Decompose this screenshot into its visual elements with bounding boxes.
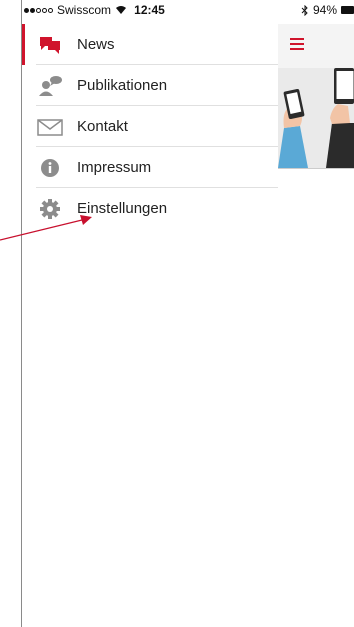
info-icon	[36, 156, 64, 180]
navigation-drawer: News Publikationen Kontakt Impressum Ein…	[22, 24, 278, 229]
menu-item-publikationen[interactable]: Publikationen	[22, 65, 278, 106]
bluetooth-icon	[301, 4, 308, 16]
menu-label-impressum: Impressum	[77, 159, 152, 176]
content-preview[interactable]	[278, 24, 354, 627]
menu-label-news: News	[77, 36, 115, 53]
battery-icon	[341, 6, 354, 14]
status-bar: Swisscom 12:45 94%	[22, 0, 354, 20]
menu-item-news[interactable]: News	[22, 24, 278, 65]
menu-item-kontakt[interactable]: Kontakt	[22, 106, 278, 147]
menu-item-impressum[interactable]: Impressum	[22, 147, 278, 188]
annotation-arrow	[0, 215, 92, 241]
people-chat-icon	[36, 74, 64, 98]
hamburger-menu-icon[interactable]	[290, 38, 304, 50]
menu-label-publikationen: Publikationen	[77, 77, 168, 94]
menu-label-kontakt: Kontakt	[77, 118, 128, 135]
status-right: 94%	[301, 3, 354, 17]
status-time: 12:45	[134, 3, 165, 17]
news-chat-icon	[36, 33, 64, 57]
hero-illustration	[278, 68, 354, 169]
envelope-icon	[36, 115, 64, 139]
battery-percent: 94%	[312, 3, 337, 17]
content-navbar	[278, 24, 354, 68]
